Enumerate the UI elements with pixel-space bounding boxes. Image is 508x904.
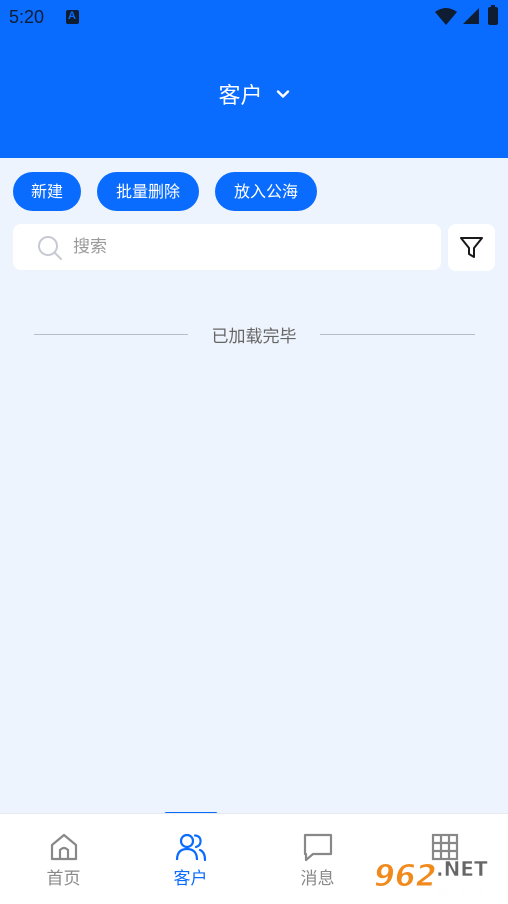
home-icon — [50, 833, 77, 861]
search-box[interactable]: 搜索 — [13, 224, 441, 270]
filter-icon — [460, 237, 483, 258]
svg-text:乐游网: 乐游网 — [436, 882, 481, 900]
move-to-public-pool-button[interactable]: 放入公海 — [215, 172, 317, 211]
status-bar: 5:20 — [0, 0, 508, 34]
svg-text:962: 962 — [374, 859, 437, 894]
batch-delete-button[interactable]: 批量删除 — [97, 172, 199, 211]
message-icon — [303, 833, 332, 862]
wifi-icon — [435, 8, 457, 25]
svg-text:.NET: .NET — [436, 857, 488, 881]
customer-view-selector[interactable]: 客户 — [0, 78, 508, 110]
battery-icon — [488, 5, 498, 25]
tab-messages-label: 消息 — [300, 869, 335, 889]
divider-right — [320, 334, 475, 335]
notification-app-icon — [66, 10, 79, 24]
signal-icon — [463, 8, 479, 24]
divider-left — [34, 334, 188, 335]
site-watermark-logo: 962 .NET 乐游网 — [370, 856, 488, 900]
search-icon — [38, 236, 62, 260]
chevron-down-icon — [276, 90, 289, 98]
filter-button[interactable] — [448, 224, 495, 271]
list-end-text: 已加载完毕 — [211, 327, 297, 347]
header: 5:20 客户 — [0, 0, 508, 158]
page-title: 客户 — [218, 84, 263, 109]
status-time: 5:20 — [9, 7, 45, 27]
tab-home-label: 首页 — [46, 869, 81, 889]
users-icon — [175, 833, 206, 862]
tab-customers-label: 客户 — [173, 869, 208, 889]
new-button[interactable]: 新建 — [13, 172, 81, 211]
tab-messages[interactable]: 消息 — [254, 832, 381, 889]
tab-customers[interactable]: 客户 — [127, 832, 254, 889]
tab-home[interactable]: 首页 — [0, 832, 127, 889]
search-input[interactable]: 搜索 — [73, 224, 107, 270]
